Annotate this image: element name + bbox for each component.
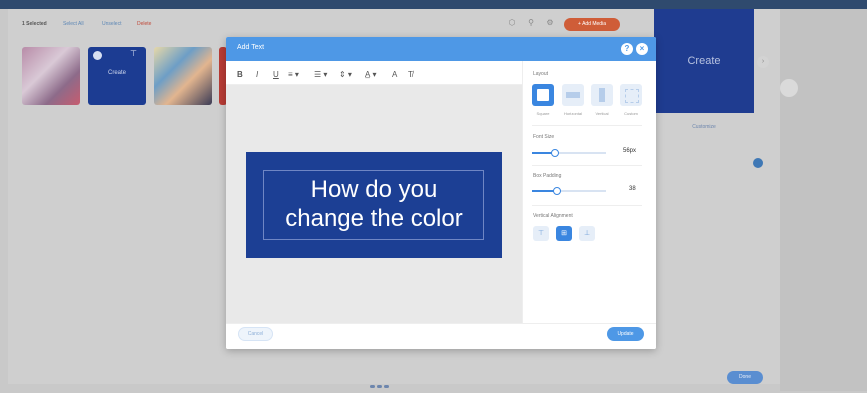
check-icon[interactable]	[753, 158, 763, 168]
divider	[532, 125, 642, 126]
vertical-icon	[599, 88, 605, 102]
sort-icon[interactable]: ⬡	[507, 18, 517, 28]
delete-link[interactable]: Delete	[137, 21, 151, 27]
media-thumbnail[interactable]	[22, 47, 80, 105]
text-line-2[interactable]: change the color	[246, 205, 502, 233]
layout-vertical-button[interactable]	[591, 84, 613, 106]
settings-icon[interactable]: ⚙	[545, 18, 555, 28]
custom-icon	[625, 89, 639, 103]
bold-button[interactable]: B	[237, 70, 243, 79]
divider	[532, 205, 642, 206]
circle-icon	[780, 79, 798, 97]
layout-horizontal-button[interactable]	[562, 84, 584, 106]
thumbnail-label: Create	[107, 70, 126, 76]
italic-button[interactable]: I	[256, 70, 258, 79]
slider-handle[interactable]	[552, 187, 561, 195]
dialog-footer	[226, 323, 656, 349]
padding-label: Box Padding	[533, 173, 562, 179]
layout-square-button[interactable]	[532, 84, 554, 106]
preview-title: Create	[687, 55, 721, 67]
padding-slider[interactable]	[532, 187, 606, 195]
line-height-dropdown[interactable]: ⇕ ▾	[339, 70, 352, 79]
layout-caption: Horizontal	[563, 111, 582, 116]
align-center-button[interactable]: ⊞	[556, 226, 572, 241]
char-spacing-dropdown[interactable]: A̲ ▾	[365, 70, 377, 79]
align-top-button[interactable]: ⊤	[533, 226, 549, 241]
align-bottom-button[interactable]: ⊥	[579, 226, 595, 241]
add-media-button[interactable]: + Add Media	[564, 18, 620, 31]
unselect-link[interactable]: Unselect	[102, 21, 121, 27]
horizontal-icon	[566, 92, 580, 98]
layout-caption: Vertical	[595, 111, 609, 116]
pagination[interactable]	[370, 375, 412, 388]
vertical-alignment-label: Vertical Alignment	[533, 213, 573, 219]
background-strip	[780, 9, 867, 391]
filter-icon[interactable]: ⚲	[526, 18, 536, 28]
underline-button[interactable]: U	[273, 70, 279, 79]
dialog-title: Add Text	[237, 44, 265, 51]
align-center-icon: ⊞	[561, 230, 567, 237]
layout-custom-button[interactable]	[620, 84, 642, 106]
font-size-value: 56px	[623, 148, 637, 154]
font-size-label: Font Size	[533, 134, 555, 140]
text-color-button[interactable]: A	[392, 70, 397, 79]
align-bottom-icon: ⊥	[583, 230, 591, 237]
dialog-header	[226, 37, 656, 61]
done-button[interactable]: Done	[727, 371, 763, 384]
clear-format-button[interactable]: T̸	[408, 70, 413, 79]
add-text-dialog: Add Text ? × B I U ≡ ▾ ☰ ▾ ⇕ ▾ A̲ ▾ A T̸…	[226, 37, 656, 349]
layout-label: Layout	[533, 71, 549, 77]
help-icon[interactable]: ?	[621, 43, 633, 55]
square-icon	[537, 89, 549, 101]
select-all-link[interactable]: Select All	[63, 21, 84, 27]
selected-radio-icon[interactable]	[93, 51, 102, 60]
update-button[interactable]: Update	[607, 327, 644, 341]
close-icon[interactable]: ×	[636, 43, 648, 55]
list-dropdown[interactable]: ☰ ▾	[314, 70, 327, 79]
divider	[532, 165, 642, 166]
pin-icon[interactable]: ⊤	[130, 49, 137, 58]
cancel-button[interactable]: Cancel	[238, 327, 273, 341]
top-bar	[0, 0, 867, 9]
layout-caption: Square	[536, 111, 550, 116]
selection-count: 1 Selected	[22, 21, 47, 27]
text-line-1[interactable]: How do you	[246, 176, 502, 204]
media-thumbnail[interactable]	[154, 47, 212, 105]
font-size-slider[interactable]	[532, 149, 606, 157]
customize-link[interactable]: Customize	[654, 118, 754, 136]
align-dropdown[interactable]: ≡ ▾	[288, 70, 299, 79]
layout-caption: Custom	[624, 111, 638, 116]
chevron-right-icon[interactable]: ›	[757, 56, 769, 68]
padding-value: 38	[629, 186, 636, 192]
align-top-icon: ⊤	[537, 230, 545, 237]
